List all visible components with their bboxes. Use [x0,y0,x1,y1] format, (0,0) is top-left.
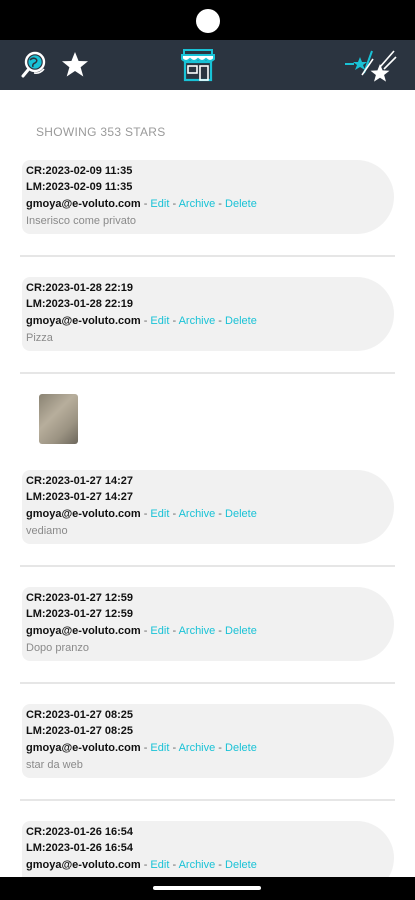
divider [20,799,395,801]
archive-link[interactable]: Archive [179,315,216,327]
separator: - [215,859,226,871]
photo-thumbnail[interactable] [39,394,78,444]
separator: - [169,625,179,637]
star-icon[interactable] [58,40,92,90]
created-date: CR:2023-01-27 14:27 [26,475,134,487]
edit-link[interactable]: Edit [150,625,169,637]
modified-date: LM:2023-01-27 14:27 [26,491,134,503]
star-card[interactable]: CR:2023-01-26 16:54 LM:2023-01-26 16:54 … [22,821,394,877]
separator: - [140,742,151,754]
created-date: CR:2023-01-27 12:59 [26,592,134,604]
separator: - [169,742,179,754]
divider [20,255,395,257]
edit-link[interactable]: Edit [150,742,169,754]
edit-link[interactable]: Edit [150,508,169,520]
edit-link[interactable]: Edit [150,859,169,871]
delete-link[interactable]: Delete [225,508,257,520]
archive-link[interactable]: Archive [179,742,216,754]
divider [20,372,395,374]
separator: - [169,859,179,871]
navigation-bar [0,877,415,900]
author-actions-row: gmoya@e-voluto.com - Edit - Archive - De… [26,508,257,520]
star-card[interactable]: CR:2023-02-09 11:35 LM:2023-02-09 11:35 … [22,160,394,234]
edit-link[interactable]: Edit [150,315,169,327]
star-note: Dopo pranzo [26,642,89,654]
star-card[interactable]: CR:2023-01-27 14:27 LM:2023-01-27 14:27 … [22,470,394,544]
created-date: CR:2023-01-28 22:19 [26,282,134,294]
author-actions-row: gmoya@e-voluto.com - Edit - Archive - De… [26,742,257,754]
divider [20,682,395,684]
author-email: gmoya@e-voluto.com [26,508,141,520]
separator: - [169,508,179,520]
archive-link[interactable]: Archive [179,198,216,210]
modified-date: LM:2023-01-26 16:54 [26,842,134,854]
separator: - [140,508,151,520]
status-bar [0,0,415,40]
modified-date: LM:2023-01-27 08:25 [26,725,134,737]
separator: - [140,198,151,210]
separator: - [215,315,226,327]
archive-link[interactable]: Archive [179,508,216,520]
archive-link[interactable]: Archive [179,859,216,871]
author-actions-row: gmoya@e-voluto.com - Edit - Archive - De… [26,859,257,871]
star-note: vediamo [26,525,68,537]
star-note: Inserisco come privato [26,215,137,227]
app-bar [0,40,415,90]
modified-date: LM:2023-01-27 12:59 [26,608,134,620]
edit-link[interactable]: Edit [150,198,169,210]
separator: - [140,859,151,871]
separator: - [215,508,226,520]
star-card[interactable]: CR:2023-01-28 22:19 LM:2023-01-28 22:19 … [22,277,394,351]
author-email: gmoya@e-voluto.com [26,859,141,871]
separator: - [169,315,179,327]
created-date: CR:2023-01-26 16:54 [26,826,134,838]
delete-link[interactable]: Delete [225,859,257,871]
author-actions-row: gmoya@e-voluto.com - Edit - Archive - De… [26,198,257,210]
author-email: gmoya@e-voluto.com [26,315,141,327]
delete-link[interactable]: Delete [225,625,257,637]
separator: - [140,315,151,327]
separator: - [215,198,226,210]
created-date: CR:2023-01-27 08:25 [26,709,134,721]
search-globe-icon[interactable] [20,40,54,90]
created-date: CR:2023-02-09 11:35 [26,165,133,177]
delete-link[interactable]: Delete [225,315,257,327]
author-email: gmoya@e-voluto.com [26,742,141,754]
author-actions-row: gmoya@e-voluto.com - Edit - Archive - De… [26,315,257,327]
stars-list: SHOWING 353 STARS CR:2023-02-09 11:35 LM… [0,90,415,877]
delete-link[interactable]: Delete [225,198,257,210]
divider [20,565,395,567]
star-card[interactable]: CR:2023-01-27 12:59 LM:2023-01-27 12:59 … [22,587,394,661]
store-icon[interactable] [178,40,218,90]
delete-link[interactable]: Delete [225,742,257,754]
separator: - [215,625,226,637]
camera-cutout [196,9,220,33]
modified-date: LM:2023-01-28 22:19 [26,298,134,310]
archive-link[interactable]: Archive [179,625,216,637]
author-email: gmoya@e-voluto.com [26,625,141,637]
separator: - [215,742,226,754]
author-email: gmoya@e-voluto.com [26,198,141,210]
star-note: Pizza [26,332,53,344]
stars-count-label: SHOWING 353 STARS [36,125,166,139]
separator: - [140,625,151,637]
separator: - [169,198,179,210]
shooting-stars-icon[interactable] [342,40,398,90]
star-card[interactable]: CR:2023-01-27 08:25 LM:2023-01-27 08:25 … [22,704,394,778]
modified-date: LM:2023-02-09 11:35 [26,181,133,193]
home-indicator[interactable] [153,886,261,890]
author-actions-row: gmoya@e-voluto.com - Edit - Archive - De… [26,625,257,637]
star-note: star da web [26,759,83,771]
